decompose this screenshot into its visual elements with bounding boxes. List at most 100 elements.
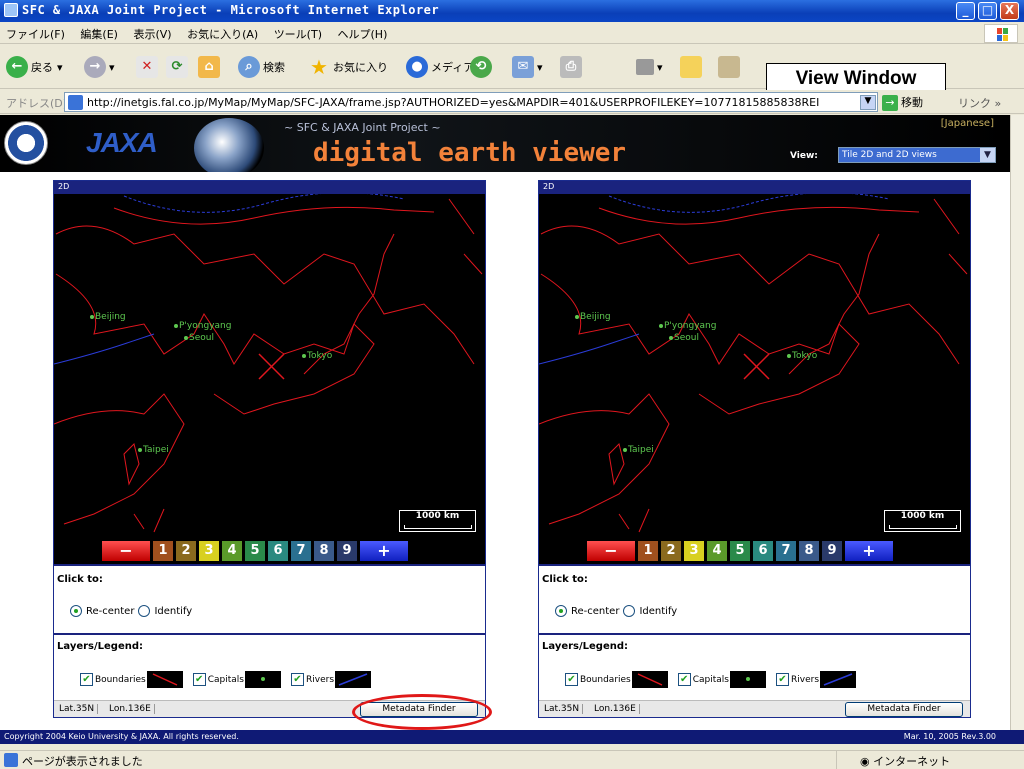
scale-bar: 1000 km: [399, 510, 476, 532]
city-label: Taipei: [623, 445, 654, 455]
menu-help[interactable]: ヘルプ(H): [332, 22, 394, 46]
boundaries-label: Boundaries: [580, 674, 631, 685]
rivers-checkbox[interactable]: ✔: [291, 673, 304, 686]
zoom-level-5[interactable]: 5: [730, 541, 750, 561]
river-line: [608, 194, 890, 213]
menu-edit[interactable]: 編集(E): [74, 22, 124, 46]
boundary-line: [598, 206, 920, 225]
mail-button[interactable]: ✉ ▾: [512, 53, 543, 81]
go-button[interactable]: → 移動: [882, 94, 923, 111]
vertical-scrollbar[interactable]: [1010, 115, 1024, 730]
recenter-radio[interactable]: [70, 605, 82, 617]
longitude-readout: Lon.136E: [591, 704, 640, 714]
edit-icon: [636, 59, 654, 75]
minimize-button[interactable]: _: [956, 2, 975, 20]
divider: [54, 564, 485, 566]
zoom-level-1[interactable]: 1: [153, 541, 173, 561]
address-label: アドレス(D): [6, 97, 68, 110]
boundaries-checkbox[interactable]: ✔: [565, 673, 578, 686]
site-banner: JAXA ~ SFC & JAXA Joint Project ~ digita…: [0, 115, 1010, 178]
zoom-in-button[interactable]: +: [845, 541, 893, 561]
recenter-radio[interactable]: [555, 605, 567, 617]
menu-file[interactable]: ファイル(F): [0, 22, 71, 46]
zoom-level-3[interactable]: 3: [199, 541, 219, 561]
page-status-icon: [4, 753, 18, 767]
research-button[interactable]: [718, 53, 743, 81]
address-bar: アドレス(D) http://inetgis.fal.co.jp/MyMap/M…: [0, 90, 1024, 114]
back-button[interactable]: ← 戻る ▾: [6, 53, 63, 81]
japanese-link[interactable]: [Japanese]: [941, 118, 994, 129]
zoom-level-6[interactable]: 6: [268, 541, 288, 561]
identify-label: Identify: [639, 605, 678, 617]
metadata-finder-button[interactable]: Metadata Finder: [845, 702, 963, 717]
river-line: [539, 333, 640, 365]
identify-label: Identify: [154, 605, 193, 617]
view-select[interactable]: Tile 2D and 2D views ▼: [838, 147, 996, 163]
click-to-label: Click to:: [57, 574, 103, 585]
zoom-level-1[interactable]: 1: [638, 541, 658, 561]
capitals-checkbox[interactable]: ✔: [192, 673, 206, 686]
favorites-button[interactable]: ★ お気に入り: [308, 53, 388, 81]
zoom-level-5[interactable]: 5: [245, 541, 265, 561]
earth-image: [194, 118, 264, 178]
zoom-level-6[interactable]: 6: [753, 541, 773, 561]
river-line: [54, 333, 155, 365]
zoom-level-2[interactable]: 2: [176, 541, 196, 561]
folder-button[interactable]: [680, 53, 705, 81]
address-input[interactable]: http://inetgis.fal.co.jp/MyMap/MyMap/SFC…: [64, 92, 878, 112]
boundary-line: [55, 225, 475, 365]
zoom-level-7[interactable]: 7: [291, 541, 311, 561]
address-dropdown-icon[interactable]: ▼: [860, 95, 876, 110]
river-line: [123, 194, 405, 213]
home-icon: ⌂: [198, 56, 220, 78]
zoom-level-9[interactable]: 9: [337, 541, 357, 561]
map-view[interactable]: Beijing P'yongyang Seoul Tokyo Taipei 10…: [54, 194, 485, 564]
banner-subtitle: ~ SFC & JAXA Joint Project ~: [284, 121, 441, 134]
refresh-icon: ⟳: [166, 56, 188, 78]
zoom-in-button[interactable]: +: [360, 541, 408, 561]
zoom-level-4[interactable]: 4: [707, 541, 727, 561]
rivers-checkbox[interactable]: ✔: [776, 673, 789, 686]
status-bar: ページが表示されました ◉ インターネット: [0, 750, 1024, 769]
search-icon: ⌕: [238, 56, 260, 78]
menu-view[interactable]: 表示(V): [127, 22, 177, 46]
boundary-line: [933, 198, 968, 275]
home-button[interactable]: ⌂: [198, 53, 223, 81]
identify-radio[interactable]: [623, 605, 636, 617]
edit-button[interactable]: ▾: [636, 53, 663, 81]
highlight-circle: [352, 694, 492, 730]
rivers-label: Rivers: [791, 674, 820, 685]
map-view[interactable]: Beijing P'yongyang Seoul Tokyo Taipei 10…: [539, 194, 970, 564]
stop-button[interactable]: ✕: [136, 53, 161, 81]
forward-button[interactable]: → ▾: [84, 53, 115, 81]
identify-radio[interactable]: [138, 605, 151, 617]
print-button[interactable]: ⎙: [560, 53, 585, 81]
search-button[interactable]: ⌕ 検索: [238, 53, 285, 81]
links-button[interactable]: リンク »: [958, 95, 1001, 111]
zoom-out-button[interactable]: −: [102, 541, 150, 561]
menu-tools[interactable]: ツール(T): [268, 22, 328, 46]
media-button[interactable]: ● メディア: [406, 53, 474, 81]
rivers-swatch: [820, 671, 857, 688]
capitals-checkbox[interactable]: ✔: [677, 673, 691, 686]
city-label: P'yongyang: [174, 321, 231, 331]
maximize-button[interactable]: □: [978, 2, 997, 20]
keio-seal-logo: [4, 121, 48, 165]
zoom-level-8[interactable]: 8: [799, 541, 819, 561]
history-button[interactable]: ⟲: [470, 53, 495, 81]
zoom-level-7[interactable]: 7: [776, 541, 796, 561]
favorites-label: お気に入り: [333, 61, 388, 74]
zoom-out-button[interactable]: −: [587, 541, 635, 561]
close-button[interactable]: X: [1000, 2, 1019, 20]
zoom-level-4[interactable]: 4: [222, 541, 242, 561]
menu-favorites[interactable]: お気に入り(A): [181, 22, 264, 46]
refresh-button[interactable]: ⟳: [166, 53, 191, 81]
title-bar: SFC & JAXA Joint Project - Microsoft Int…: [0, 0, 1024, 22]
boundaries-checkbox[interactable]: ✔: [80, 673, 93, 686]
zoom-level-2[interactable]: 2: [661, 541, 681, 561]
folder-icon: [680, 56, 702, 78]
zoom-level-3[interactable]: 3: [684, 541, 704, 561]
boundary-line: [123, 443, 140, 486]
zoom-level-8[interactable]: 8: [314, 541, 334, 561]
zoom-level-9[interactable]: 9: [822, 541, 842, 561]
